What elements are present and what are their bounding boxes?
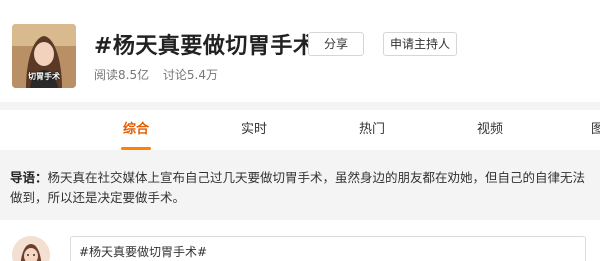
tab-images[interactable]: 图	[590, 110, 600, 150]
user-avatar[interactable]	[12, 236, 50, 261]
topic-guide: 导语：杨天真在社交媒体上宣布自己过几天要做切胃手术，虽然身边的朋友都在劝她，但自…	[0, 158, 600, 214]
topic-cover-image[interactable]: 切胃手术	[12, 24, 76, 88]
guide-body: 杨天真在社交媒体上宣布自己过几天要做切胃手术，虽然身边的朋友都在劝她，但自己的自…	[10, 170, 586, 205]
avatar-icon	[12, 236, 50, 261]
cover-caption: 切胃手术	[28, 72, 60, 81]
discussion-count: 讨论5.4万	[162, 68, 219, 82]
tab-images-label: 图	[591, 122, 600, 137]
post-input[interactable]: #杨天真要做切胃手术#	[70, 236, 586, 261]
read-count: 阅读8.5亿	[94, 68, 150, 82]
guide-label: 导语：	[10, 170, 48, 185]
tab-realtime[interactable]: 实时	[241, 110, 267, 150]
tab-comprehensive[interactable]: 综合	[120, 110, 152, 150]
tab-video[interactable]: 视频	[477, 110, 503, 150]
apply-host-button[interactable]: 申请主持人	[383, 32, 457, 56]
post-composer: #杨天真要做切胃手术#	[0, 220, 600, 261]
guide-text: 导语：杨天真在社交媒体上宣布自己过几天要做切胃手术，虽然身边的朋友都在劝她，但自…	[10, 168, 590, 208]
tab-hot[interactable]: 热门	[359, 110, 385, 150]
topic-title: #杨天真要做切胃手术#	[94, 34, 335, 59]
feed-tabs: 综合 实时 热门 视频 图	[0, 110, 600, 150]
topic-stats: 阅读8.5亿 讨论5.4万	[94, 66, 228, 83]
share-button[interactable]: 分享	[308, 32, 364, 56]
topic-header: 切胃手术 #杨天真要做切胃手术# 分享 申请主持人 阅读8.5亿 讨论5.4万	[0, 0, 600, 102]
